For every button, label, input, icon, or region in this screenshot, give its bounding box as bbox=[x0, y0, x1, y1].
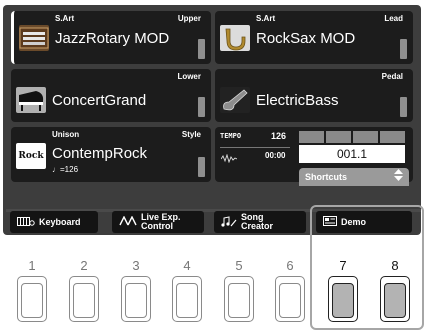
live-expression-icon bbox=[119, 215, 137, 228]
part-pedal-panel[interactable]: Pedal ElectricBass bbox=[215, 69, 413, 122]
waveform-icon bbox=[220, 150, 238, 168]
part-right1-position: Upper bbox=[177, 14, 201, 23]
part-right2-volume-bar[interactable] bbox=[400, 39, 407, 59]
grand-piano-icon bbox=[16, 87, 46, 113]
tempo-divider bbox=[220, 147, 290, 148]
pad-3[interactable] bbox=[121, 276, 151, 322]
part-left-position: Lower bbox=[177, 72, 201, 81]
beat-cell bbox=[326, 131, 351, 143]
pad-number-8: 8 bbox=[391, 258, 399, 273]
organ-icon bbox=[19, 25, 49, 51]
song-creator-button[interactable]: Song Creator bbox=[214, 211, 306, 233]
beat-cell bbox=[380, 131, 405, 143]
pad-6[interactable] bbox=[275, 276, 305, 322]
shortcuts-tab[interactable]: Shortcuts bbox=[299, 168, 409, 186]
keyboard-label: Keyboard bbox=[39, 217, 81, 227]
pad-2[interactable] bbox=[69, 276, 99, 322]
unison-style-panel[interactable]: Rock Unison Style ContempRock ♩=126 bbox=[11, 127, 211, 182]
pad-7[interactable] bbox=[328, 276, 358, 322]
tempo-label: TEMPO bbox=[220, 132, 242, 140]
part-left-voice: ConcertGrand bbox=[52, 92, 147, 109]
style-position: Style bbox=[181, 130, 201, 139]
part-pedal-voice: ElectricBass bbox=[256, 92, 339, 109]
part-right1-tag: S.Art bbox=[55, 14, 75, 23]
part-right2-tag: S.Art bbox=[256, 14, 276, 23]
tempo-value: 126 bbox=[271, 131, 287, 141]
part-right1-voice: JazzRotary MOD bbox=[55, 30, 170, 47]
live-exp-label-line2: Control bbox=[141, 221, 173, 231]
part-left-volume-bar[interactable] bbox=[198, 97, 205, 117]
keyboard-icon bbox=[17, 216, 35, 228]
part-pedal-position: Pedal bbox=[381, 72, 403, 81]
pad-number-5: 5 bbox=[235, 258, 243, 273]
style-name: ContempRock bbox=[52, 145, 148, 162]
pad-number-6: 6 bbox=[286, 258, 294, 273]
style-volume-bar[interactable] bbox=[198, 157, 205, 177]
tempo-panel[interactable]: TEMPO 126 00:00 001.1 Shortcuts bbox=[215, 127, 413, 186]
beat-cell bbox=[353, 131, 378, 143]
bar-beat-display: 001.1 bbox=[299, 145, 405, 163]
part-right2-voice: RockSax MOD bbox=[256, 30, 356, 47]
beat-indicator bbox=[299, 131, 405, 143]
part-right1-volume-bar[interactable] bbox=[198, 39, 205, 59]
lcd-screen: S.Art Upper JazzRotary MOD S.Art Lead Ro… bbox=[3, 5, 421, 235]
part-left-panel[interactable]: Lower ConcertGrand bbox=[11, 69, 211, 122]
song-time: 00:00 bbox=[265, 151, 286, 160]
saxophone-icon bbox=[220, 25, 250, 51]
part-right2-position: Lead bbox=[384, 14, 403, 23]
part-right2-panel[interactable]: S.Art Lead RockSax MOD bbox=[215, 11, 413, 64]
pad-number-4: 4 bbox=[183, 258, 191, 273]
electric-bass-icon bbox=[220, 87, 250, 113]
pad-number-2: 2 bbox=[80, 258, 88, 273]
song-creator-label-line2: Creator bbox=[241, 221, 274, 231]
pad-4[interactable] bbox=[172, 276, 202, 322]
live-exp-control-button[interactable]: Live Exp. Control bbox=[112, 211, 204, 233]
song-creator-icon bbox=[221, 215, 237, 229]
beat-cell bbox=[299, 131, 324, 143]
style-tempo-mark: ♩=126 bbox=[52, 165, 79, 174]
keyboard-button[interactable]: Keyboard bbox=[10, 211, 98, 233]
pad-number-3: 3 bbox=[132, 258, 140, 273]
updown-arrows-icon[interactable] bbox=[394, 169, 403, 183]
pad-number-1: 1 bbox=[28, 258, 36, 273]
pad-5[interactable] bbox=[224, 276, 254, 322]
rock-style-logo: Rock bbox=[16, 143, 46, 169]
shortcuts-label: Shortcuts bbox=[305, 172, 348, 182]
part-right1-panel[interactable]: S.Art Upper JazzRotary MOD bbox=[11, 11, 211, 64]
pad-1[interactable] bbox=[17, 276, 47, 322]
unison-tag: Unison bbox=[52, 130, 80, 139]
pad-number-7: 7 bbox=[339, 258, 347, 273]
part-pedal-volume-bar[interactable] bbox=[400, 97, 407, 117]
pad-8[interactable] bbox=[380, 276, 410, 322]
